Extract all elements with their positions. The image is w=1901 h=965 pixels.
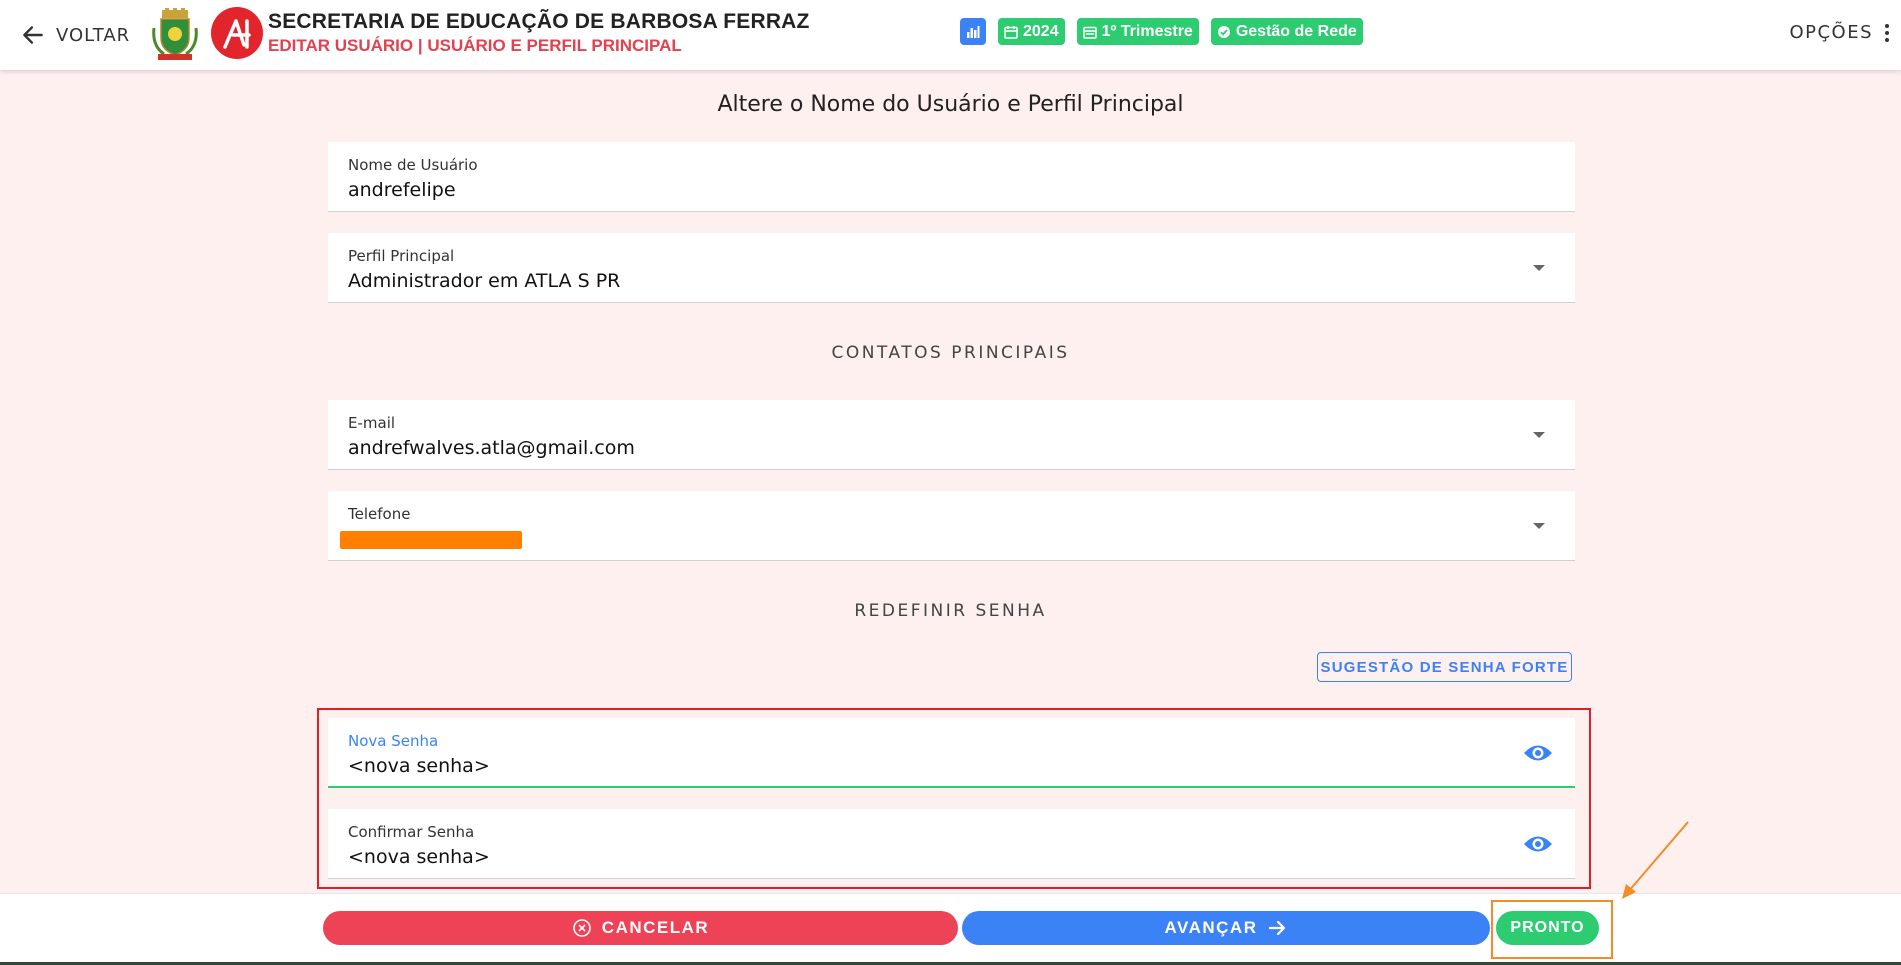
cancel-label: CANCELAR xyxy=(601,918,710,937)
arrow-left-icon xyxy=(23,26,43,44)
header-badges: 2024 1º Trimestre Gestão de Rede xyxy=(960,18,1363,45)
username-label: Nome de Usuário xyxy=(348,156,478,174)
done-button[interactable]: PRONTO xyxy=(1496,911,1599,945)
dropdown-caret-icon[interactable] xyxy=(1533,523,1545,529)
period-label: 1º Trimestre xyxy=(1101,22,1193,40)
redacted-phone-value xyxy=(340,531,522,549)
module-badge[interactable]: Gestão de Rede xyxy=(1210,18,1363,45)
period-badge[interactable]: 1º Trimestre xyxy=(1076,18,1199,45)
main-profile-label: Perfil Principal xyxy=(348,247,455,265)
username-input[interactable]: andrefelipe xyxy=(348,179,456,201)
contacts-section-title: CONTATOS PRINCIPAIS xyxy=(831,343,1070,363)
app-header: VOLTAR SECRETARIA DE EDUCAÇÃO DE BARBOSA… xyxy=(0,0,1901,70)
year-badge[interactable]: 2024 xyxy=(998,18,1065,45)
new-password-label: Nova Senha xyxy=(348,732,439,750)
confirm-password-label: Confirmar Senha xyxy=(348,823,475,841)
main-profile-select[interactable]: Perfil Principal Administrador em ATLA S… xyxy=(328,233,1575,303)
form-heading: Altere o Nome do Usuário e Perfil Princi… xyxy=(717,92,1184,117)
email-select[interactable]: E-mail andrefwalves.atla@gmail.com xyxy=(328,400,1575,470)
dashboard-badge[interactable] xyxy=(960,18,986,45)
dropdown-caret-icon[interactable] xyxy=(1533,432,1545,438)
municipal-crest-icon xyxy=(152,8,198,60)
new-password-field[interactable]: Nova Senha <nova senha> xyxy=(328,718,1575,788)
phone-label: Telefone xyxy=(348,505,411,523)
check-circle-icon xyxy=(1217,25,1230,38)
page-subtitle: EDITAR USUÁRIO | USUÁRIO E PERFIL PRINCI… xyxy=(268,36,682,55)
calendar-icon xyxy=(1004,25,1018,39)
arrow-right-icon xyxy=(1269,920,1286,936)
org-title: SECRETARIA DE EDUCAÇÃO DE BARBOSA FERRAZ xyxy=(268,10,810,33)
calendar-range-icon xyxy=(1082,26,1097,39)
back-button[interactable]: VOLTAR xyxy=(20,20,130,50)
annotation-arrow-icon xyxy=(1622,821,1689,899)
confirm-password-input[interactable]: <nova senha> xyxy=(348,846,490,868)
header-titles: SECRETARIA DE EDUCAÇÃO DE BARBOSA FERRAZ… xyxy=(268,10,810,56)
close-circle-icon xyxy=(572,919,591,937)
confirm-password-field[interactable]: Confirmar Senha <nova senha> xyxy=(328,809,1575,879)
options-menu-button[interactable]: OPÇÕES xyxy=(1789,22,1889,43)
next-button[interactable]: AVANÇAR xyxy=(962,911,1490,945)
atla-logo-icon xyxy=(223,19,251,49)
options-label: OPÇÕES xyxy=(1789,22,1873,43)
main-profile-value: Administrador em ATLA S PR xyxy=(348,270,621,292)
bar-chart-icon xyxy=(967,25,980,38)
eye-icon[interactable] xyxy=(1523,833,1553,855)
more-vertical-icon xyxy=(1885,23,1889,42)
app-logo xyxy=(211,7,263,59)
year-label: 2024 xyxy=(1023,22,1059,40)
module-label: Gestão de Rede xyxy=(1235,22,1357,40)
email-label: E-mail xyxy=(348,414,396,432)
dropdown-caret-icon[interactable] xyxy=(1533,265,1545,271)
username-field[interactable]: Nome de Usuário andrefelipe xyxy=(328,142,1575,212)
cancel-button[interactable]: CANCELAR xyxy=(323,911,958,945)
new-password-input[interactable]: <nova senha> xyxy=(348,755,490,777)
strong-password-suggestion-button[interactable]: SUGESTÃO DE SENHA FORTE xyxy=(1317,652,1572,682)
action-footer: CANCELAR AVANÇAR PRONTO xyxy=(0,893,1901,965)
password-section-title: REDEFINIR SENHA xyxy=(854,601,1047,621)
done-label: PRONTO xyxy=(1510,919,1585,936)
email-value: andrefwalves.atla@gmail.com xyxy=(348,437,635,459)
phone-select[interactable]: Telefone xyxy=(328,491,1575,561)
back-label: VOLTAR xyxy=(56,24,131,46)
next-label: AVANÇAR xyxy=(1164,918,1258,937)
eye-icon[interactable] xyxy=(1523,742,1553,764)
